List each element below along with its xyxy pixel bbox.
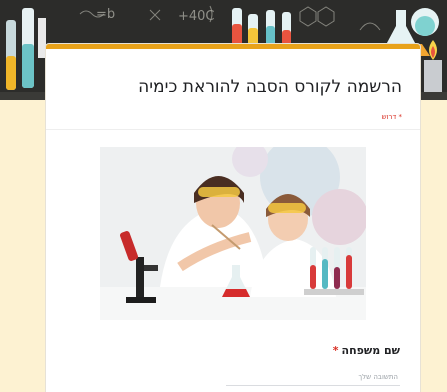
svg-text:+40C: +40C	[178, 9, 215, 24]
hero-image	[100, 147, 366, 320]
form-page: =b +40C הרשמה לקורס הסבה להוראת כימיה * …	[0, 0, 447, 392]
divider	[46, 129, 420, 130]
last-name-label: שם משפחה*	[333, 344, 400, 357]
required-note: * דרוש	[381, 113, 402, 121]
last-name-input[interactable]	[226, 369, 400, 386]
required-asterisk: *	[332, 344, 339, 357]
last-name-label-text: שם משפחה	[341, 344, 400, 357]
form-card: הרשמה לקורס הסבה להוראת כימיה * דרוש שם …	[46, 44, 420, 392]
form-title: הרשמה לקורס הסבה להוראת כימיה	[138, 77, 402, 97]
svg-text:=b: =b	[96, 7, 115, 22]
